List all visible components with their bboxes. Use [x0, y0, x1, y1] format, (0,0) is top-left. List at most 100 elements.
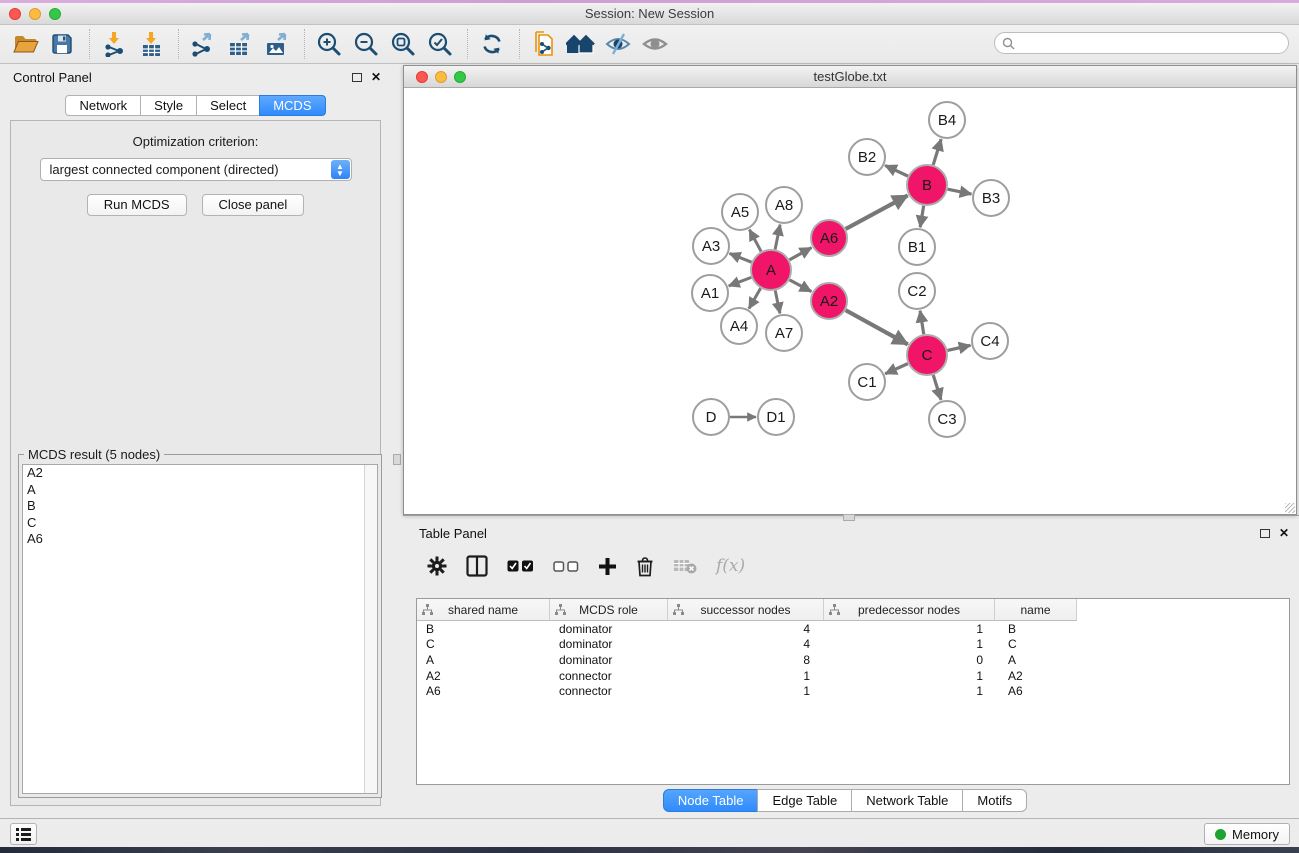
- node-C4[interactable]: C4: [972, 323, 1008, 359]
- table-settings-gear-icon[interactable]: [427, 556, 447, 576]
- edge-A6-B[interactable]: [846, 195, 908, 228]
- table-row[interactable]: Adominator80A: [417, 652, 1289, 668]
- tab-edge-table[interactable]: Edge Table: [757, 789, 852, 812]
- result-list-item[interactable]: A2: [23, 465, 377, 482]
- window-resize-grip[interactable]: [1285, 503, 1295, 513]
- table-row[interactable]: A6connector11A6: [417, 683, 1289, 699]
- refresh-view-icon[interactable]: [475, 28, 509, 60]
- float-panel-icon[interactable]: [352, 73, 362, 82]
- node-C[interactable]: C: [907, 335, 947, 375]
- edge-B-B4[interactable]: [933, 139, 941, 165]
- close-panel-button[interactable]: Close panel: [202, 194, 305, 216]
- edge-A-A6[interactable]: [789, 248, 811, 260]
- node-C1[interactable]: C1: [849, 364, 885, 400]
- edge-B-B2[interactable]: [885, 165, 908, 176]
- node-B1[interactable]: B1: [899, 229, 935, 265]
- edge-A-A1[interactable]: [729, 277, 752, 286]
- edge-B-B3[interactable]: [948, 189, 972, 194]
- tab-select[interactable]: Select: [196, 95, 260, 116]
- tab-style[interactable]: Style: [140, 95, 197, 116]
- column-header-shared-name[interactable]: shared name: [417, 599, 550, 621]
- network-window-titlebar[interactable]: testGlobe.txt: [404, 66, 1296, 88]
- node-B[interactable]: B: [907, 165, 947, 205]
- node-B2[interactable]: B2: [849, 139, 885, 175]
- node-A[interactable]: A: [751, 250, 791, 290]
- task-history-button[interactable]: [10, 823, 37, 845]
- node-C2[interactable]: C2: [899, 273, 935, 309]
- edge-C-C2[interactable]: [920, 311, 924, 334]
- export-network-icon[interactable]: [186, 28, 220, 60]
- zoom-in-icon[interactable]: [312, 28, 346, 60]
- node-B4[interactable]: B4: [929, 102, 965, 138]
- tab-node-table[interactable]: Node Table: [663, 789, 759, 812]
- result-list-item[interactable]: B: [23, 498, 377, 515]
- tab-network[interactable]: Network: [65, 95, 141, 116]
- function-builder-icon[interactable]: f(x): [716, 556, 745, 576]
- network-from-selection-icon[interactable]: [527, 28, 561, 60]
- node-D1[interactable]: D1: [758, 399, 794, 435]
- zoom-selected-icon[interactable]: [423, 28, 457, 60]
- node-D[interactable]: D: [693, 399, 729, 435]
- edge-C-C4[interactable]: [947, 345, 970, 350]
- show-columns-icon[interactable]: [466, 555, 488, 577]
- node-A6[interactable]: A6: [811, 220, 847, 256]
- edge-A-A7[interactable]: [775, 291, 780, 314]
- mcds-result-list[interactable]: A2ABCA6: [22, 464, 378, 794]
- edge-A-A2[interactable]: [790, 280, 812, 292]
- node-A1[interactable]: A1: [692, 275, 728, 311]
- close-panel-icon[interactable]: ✕: [1279, 528, 1289, 538]
- node-A5[interactable]: A5: [722, 194, 758, 230]
- save-session-icon[interactable]: [45, 28, 79, 60]
- hide-graphics-details-icon[interactable]: [601, 28, 635, 60]
- optimization-criterion-dropdown[interactable]: largest connected component (directed) ▲…: [40, 158, 352, 181]
- zoom-fit-icon[interactable]: [386, 28, 420, 60]
- column-header-successor-nodes[interactable]: successor nodes: [668, 599, 824, 621]
- deselect-all-checks-icon[interactable]: [553, 561, 579, 572]
- export-table-icon[interactable]: [223, 28, 257, 60]
- import-network-icon[interactable]: [97, 28, 131, 60]
- delete-table-icon[interactable]: [673, 558, 697, 574]
- node-B3[interactable]: B3: [973, 180, 1009, 216]
- open-session-icon[interactable]: [8, 28, 42, 60]
- run-mcds-button[interactable]: Run MCDS: [87, 194, 187, 216]
- tab-network-table[interactable]: Network Table: [851, 789, 963, 812]
- float-panel-icon[interactable]: [1260, 529, 1270, 538]
- zoom-out-icon[interactable]: [349, 28, 383, 60]
- network-view-window[interactable]: testGlobe.txt B4B2BB3A5A8A6A3B1AC2A1A2A4…: [403, 65, 1297, 515]
- result-list-item[interactable]: A: [23, 482, 377, 499]
- select-all-checks-icon[interactable]: [507, 560, 534, 572]
- node-A3[interactable]: A3: [693, 228, 729, 264]
- node-A2[interactable]: A2: [811, 283, 847, 319]
- export-image-icon[interactable]: [260, 28, 294, 60]
- column-header-name[interactable]: name: [995, 599, 1077, 621]
- show-graphics-details-icon[interactable]: [638, 28, 672, 60]
- result-list-item[interactable]: A6: [23, 531, 377, 548]
- tab-mcds[interactable]: MCDS: [259, 95, 325, 116]
- result-list-item[interactable]: C: [23, 515, 377, 532]
- edge-A-A4[interactable]: [749, 288, 761, 308]
- search-field[interactable]: [994, 32, 1289, 54]
- edge-C-C1[interactable]: [885, 364, 908, 374]
- edge-A-A5[interactable]: [749, 230, 761, 252]
- table-row[interactable]: A2connector11A2: [417, 668, 1289, 684]
- tab-motifs[interactable]: Motifs: [962, 789, 1027, 812]
- node-C3[interactable]: C3: [929, 401, 965, 437]
- edge-B-B1[interactable]: [920, 206, 923, 228]
- node-table[interactable]: shared name MCDS role successor nodes pr…: [416, 598, 1290, 785]
- node-A8[interactable]: A8: [766, 187, 802, 223]
- close-panel-icon[interactable]: ✕: [371, 72, 381, 82]
- import-table-icon[interactable]: [134, 28, 168, 60]
- network-canvas[interactable]: B4B2BB3A5A8A6A3B1AC2A1A2A4A7C4CC1DD1C3: [404, 88, 1296, 514]
- table-row[interactable]: Bdominator41B: [417, 621, 1289, 637]
- memory-button[interactable]: Memory: [1204, 823, 1290, 845]
- column-header-mcds-role[interactable]: MCDS role: [550, 599, 668, 621]
- home-view-icon[interactable]: [564, 28, 598, 60]
- edge-C-C3[interactable]: [933, 375, 941, 400]
- edge-A-A8[interactable]: [775, 225, 780, 250]
- column-header-predecessor-nodes[interactable]: predecessor nodes: [824, 599, 995, 621]
- edge-A2-C[interactable]: [846, 310, 908, 344]
- result-list-scrollbar[interactable]: [364, 465, 377, 793]
- node-A7[interactable]: A7: [766, 315, 802, 351]
- network-graph-svg[interactable]: B4B2BB3A5A8A6A3B1AC2A1A2A4A7C4CC1DD1C3: [404, 88, 1296, 514]
- edge-A-A3[interactable]: [730, 253, 752, 262]
